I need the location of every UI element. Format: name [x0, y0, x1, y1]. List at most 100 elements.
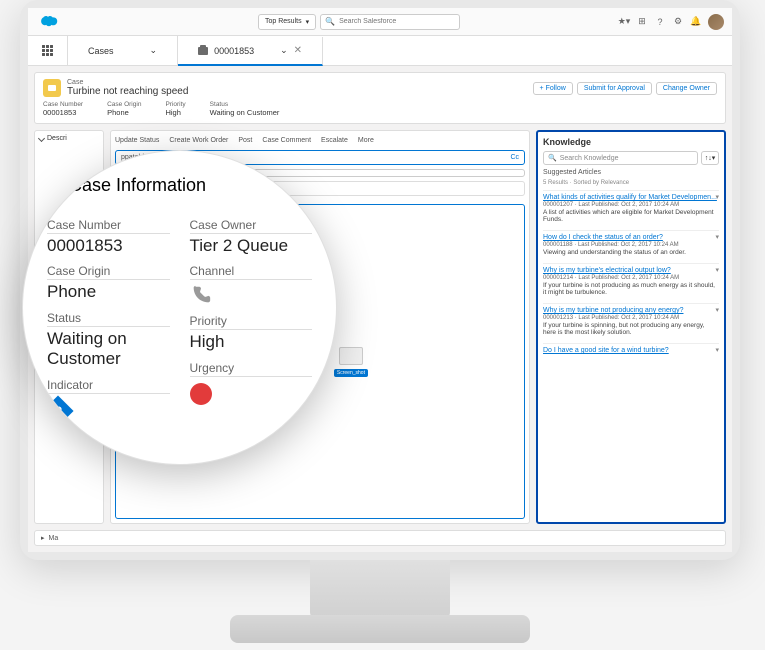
field-value: Phone — [47, 282, 170, 302]
follow-button[interactable]: + Follow — [533, 82, 573, 95]
briefcase-icon — [198, 47, 208, 55]
setup-gear-icon[interactable]: ⚙ — [672, 16, 684, 28]
nav-tabs: Cases ⌄ 00001853 ⌄ ✕ — [28, 36, 732, 66]
knowledge-panel: Knowledge 🔍 Search Knowledge ↑↓▾ Suggest… — [536, 130, 726, 524]
search-scope-dropdown[interactable]: Top Results ▾ — [258, 14, 316, 30]
field-label: Case Number — [47, 218, 170, 234]
article-desc: A list of activities which are eligible … — [543, 209, 719, 223]
chevron-right-icon: ▸ — [41, 534, 45, 542]
action-escalate[interactable]: Escalate — [321, 137, 348, 144]
app-launcher[interactable] — [28, 36, 68, 65]
chevron-down-icon[interactable]: ▾ — [715, 233, 719, 241]
action-case-comment[interactable]: Case Comment — [262, 137, 311, 144]
field-value: High — [165, 108, 185, 117]
results-meta: 5 Results · Sorted by Relevance — [543, 180, 719, 186]
article-desc: If your turbine is not producing as much… — [543, 282, 719, 296]
action-more[interactable]: More — [358, 137, 374, 144]
chevron-down-icon[interactable]: ▾ — [715, 346, 719, 354]
chevron-down-icon[interactable]: ⌄ — [280, 45, 288, 56]
urgency-indicator-icon — [190, 383, 212, 405]
article-desc: Viewing and understanding the status of … — [543, 249, 719, 256]
chevron-down-icon[interactable]: ⌄ — [150, 45, 158, 56]
article-link[interactable]: Do I have a good site for a wind turbine… — [543, 347, 719, 354]
knowledge-article[interactable]: Do I have a good site for a wind turbine… — [543, 343, 719, 357]
file-thumbnail-icon — [339, 347, 363, 365]
field-label: Case Origin — [107, 101, 141, 108]
add-icon[interactable]: ⊞ — [636, 16, 648, 28]
field-value: 00001853 — [43, 108, 83, 117]
search-placeholder: Search Knowledge — [560, 155, 619, 162]
field-value: High — [190, 332, 313, 352]
field-value: Waiting on Customer — [47, 329, 170, 370]
tab-label: Cases — [88, 46, 114, 56]
knowledge-article[interactable]: Why is my turbine not producing any ener… — [543, 303, 719, 339]
knowledge-article[interactable]: What kinds of activities qualify for Mar… — [543, 190, 719, 226]
field-value: Waiting on Customer — [210, 108, 280, 117]
tab-cases[interactable]: Cases ⌄ — [68, 36, 178, 65]
field-label: Channel — [190, 264, 313, 280]
favorites-icon[interactable]: ★▾ — [618, 16, 630, 28]
panel-title: Knowledge — [543, 137, 719, 147]
salesforce-logo — [36, 14, 60, 30]
article-link[interactable]: Why is my turbine not producing any ener… — [543, 307, 719, 314]
chevron-down-icon[interactable]: ▾ — [715, 193, 719, 201]
record-type: Case — [67, 79, 188, 86]
knowledge-article[interactable]: Why is my turbine's electrical output lo… — [543, 263, 719, 299]
section-heading: Suggested Articles — [543, 169, 719, 176]
field-label: Priority — [165, 101, 185, 108]
help-icon[interactable]: ? — [654, 16, 666, 28]
bottom-panel[interactable]: ▸Ma — [34, 530, 726, 546]
tab-case-record[interactable]: 00001853 ⌄ ✕ — [178, 37, 323, 66]
article-link[interactable]: Why is my turbine's electrical output lo… — [543, 267, 719, 274]
search-icon: 🔍 — [548, 154, 557, 162]
field-label: Status — [47, 311, 170, 327]
tab-label: 00001853 — [214, 46, 254, 56]
app-launcher-icon — [42, 45, 53, 56]
case-icon — [43, 79, 61, 97]
record-header: Case Turbine not reaching speed + Follow… — [34, 72, 726, 124]
section-title: Case Information — [69, 175, 206, 196]
field-label: Status — [210, 101, 280, 108]
field-label: Urgency — [190, 361, 313, 377]
field-value: Phone — [107, 108, 141, 117]
notifications-icon[interactable]: 🔔 — [690, 16, 702, 28]
chevron-down-icon: ▾ — [306, 18, 310, 26]
action-post[interactable]: Post — [238, 137, 252, 144]
chevron-down-icon[interactable]: ▾ — [715, 266, 719, 274]
article-link[interactable]: How do I check the status of an order? — [543, 234, 719, 241]
section-toggle[interactable]: Descri — [39, 135, 99, 142]
global-search[interactable]: 🔍 — [320, 14, 460, 30]
cc-button[interactable]: Cc — [510, 154, 519, 161]
search-input[interactable] — [339, 18, 455, 25]
field-label: Indicator — [47, 378, 170, 394]
close-tab-icon[interactable]: ✕ — [294, 45, 302, 56]
user-avatar[interactable] — [708, 14, 724, 30]
section-label: Descri — [47, 135, 67, 142]
action-create-work-order[interactable]: Create Work Order — [169, 137, 228, 144]
search-scope-label: Top Results — [265, 18, 302, 25]
knowledge-article[interactable]: How do I check the status of an order? 0… — [543, 230, 719, 259]
search-icon: 🔍 — [325, 17, 335, 26]
submit-approval-button[interactable]: Submit for Approval — [577, 82, 652, 95]
field-label: Case Number — [43, 101, 83, 108]
global-header: Top Results ▾ 🔍 ★▾ ⊞ ? ⚙ 🔔 — [28, 8, 732, 36]
knowledge-search[interactable]: 🔍 Search Knowledge — [543, 151, 698, 165]
action-update-status[interactable]: Update Status — [115, 137, 159, 144]
field-value: 00001853 — [47, 236, 170, 256]
attached-file[interactable]: Screen_shot — [334, 347, 368, 377]
chevron-down-icon[interactable]: ▾ — [715, 306, 719, 314]
sort-button[interactable]: ↑↓▾ — [701, 151, 719, 165]
zoom-lens: Case Information Case Number 00001853 Ca… — [22, 150, 337, 465]
article-desc: If your turbine is spinning, but not pro… — [543, 322, 719, 336]
chevron-down-icon — [38, 135, 45, 142]
action-bar: Update Status Create Work Order Post Cas… — [115, 135, 525, 146]
change-owner-button[interactable]: Change Owner — [656, 82, 717, 95]
file-chip: Screen_shot — [334, 369, 368, 377]
field-label: Case Owner — [190, 218, 313, 234]
article-link[interactable]: What kinds of activities qualify for Mar… — [543, 194, 719, 201]
phone-icon — [190, 284, 212, 306]
field-label: Case Origin — [47, 264, 170, 280]
field-label: Priority — [190, 314, 313, 330]
record-title: Turbine not reaching speed — [67, 86, 188, 97]
field-value: Tier 2 Queue — [190, 236, 313, 256]
